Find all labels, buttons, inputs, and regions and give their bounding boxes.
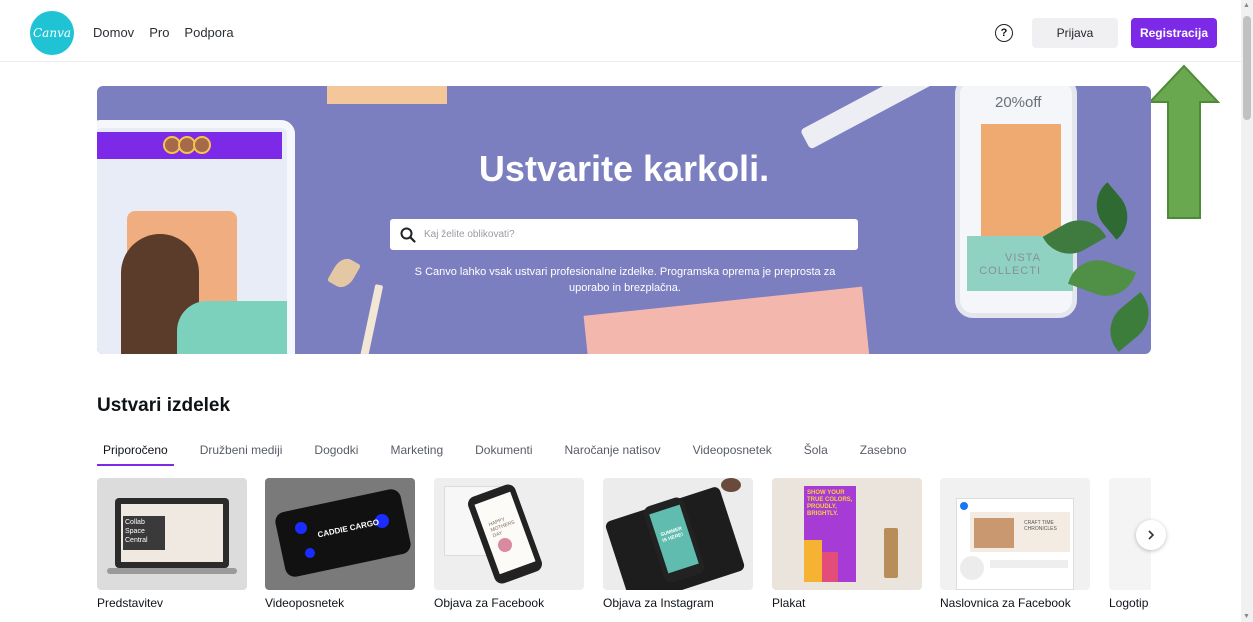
decor-teal-shape	[177, 301, 287, 354]
tab-recommended[interactable]: Priporočeno	[97, 442, 174, 466]
card-label[interactable]: Plakat	[772, 596, 922, 610]
card-label[interactable]: Logotip	[1109, 596, 1151, 610]
tab-events[interactable]: Dogodki	[308, 442, 364, 466]
help-icon[interactable]: ?	[995, 24, 1013, 42]
design-search-box[interactable]	[390, 219, 858, 250]
card-thumbnail[interactable]: SUMMER IS HERE!	[603, 478, 753, 590]
tab-social-media[interactable]: Družbeni mediji	[194, 442, 289, 466]
card-video[interactable]: CADDIE CARGO Videoposnetek	[265, 478, 415, 610]
decor-pencil	[358, 284, 384, 354]
hero-subtitle: S Canvo lahko vsak ustvari profesionalne…	[414, 266, 836, 294]
card-label[interactable]: Naslovnica za Facebook	[940, 596, 1090, 610]
card-thumbnail[interactable]: Collab Space Central	[97, 478, 247, 590]
card-label[interactable]: Objava za Instagram	[603, 596, 753, 610]
carousel-next-button[interactable]	[1136, 520, 1166, 550]
card-label[interactable]: Videoposnetek	[265, 596, 415, 610]
scroll-up-icon[interactable]: ▲	[1243, 2, 1250, 9]
card-poster[interactable]: SHOW YOUR TRUE COLORS, PROUDLY, BRIGHTLY…	[772, 478, 922, 610]
decor-vista-text: VISTA COLLECTI	[979, 252, 1041, 277]
card-thumb-text: SHOW YOUR TRUE COLORS, PROUDLY, BRIGHTLY…	[807, 490, 853, 517]
hero-banner: 20%off VISTA COLLECTI Ustvarite karkoli.…	[97, 86, 1151, 354]
register-button[interactable]: Registracija	[1131, 18, 1217, 48]
card-thumb-text: CRAFT TIME CHRONICLES	[1024, 520, 1057, 532]
scroll-down-icon[interactable]: ▼	[1243, 613, 1250, 620]
tab-video[interactable]: Videoposnetek	[687, 442, 778, 466]
section-title: Ustvari izdelek	[97, 395, 231, 416]
tab-documents[interactable]: Dokumenti	[469, 442, 538, 466]
tab-personal[interactable]: Zasebno	[854, 442, 913, 466]
up-arrow-annotation	[1148, 64, 1220, 219]
decor-pencil-shaving	[326, 254, 362, 292]
card-thumbnail[interactable]: CRAFT TIME CHRONICLES	[940, 478, 1090, 590]
login-button[interactable]: Prijava	[1032, 18, 1118, 48]
decor-pen	[800, 86, 934, 150]
card-thumbnail[interactable]: SHOW YOUR TRUE COLORS, PROUDLY, BRIGHTLY…	[772, 478, 922, 590]
card-label[interactable]: Predstavitev	[97, 596, 247, 610]
template-carousel: Collab Space Central Predstavitev CADDIE…	[97, 478, 1151, 618]
card-facebook-cover[interactable]: CRAFT TIME CHRONICLES Naslovnica za Face…	[940, 478, 1090, 610]
decor-leaf	[1098, 292, 1151, 352]
card-instagram-post[interactable]: SUMMER IS HERE! Objava za Instagram	[603, 478, 753, 610]
main-nav: Domov Pro Podpora	[93, 25, 234, 40]
card-thumb-text: Collab Space Central	[123, 516, 165, 550]
canva-logo[interactable]: Canva	[30, 11, 74, 55]
card-presentation[interactable]: Collab Space Central Predstavitev	[97, 478, 247, 610]
nav-pro[interactable]: Pro	[149, 25, 169, 40]
hero-title: Ustvarite karkoli.	[478, 148, 770, 189]
card-facebook-post[interactable]: HAPPY MOTHERS DAY Objava za Facebook	[434, 478, 584, 610]
nav-support[interactable]: Podpora	[184, 25, 233, 40]
tab-marketing[interactable]: Marketing	[384, 442, 449, 466]
top-header: Canva Domov Pro Podpora ? Prijava Regist…	[0, 0, 1241, 62]
card-thumbnail[interactable]: CADDIE CARGO	[265, 478, 415, 590]
tab-print-orders[interactable]: Naročanje natisov	[559, 442, 667, 466]
search-icon	[400, 227, 416, 243]
search-input[interactable]	[424, 229, 844, 240]
decor-offer-text: 20%off	[995, 94, 1042, 111]
decor-card	[327, 86, 447, 104]
scroll-thumb[interactable]	[1243, 16, 1251, 120]
chevron-right-icon	[1148, 530, 1155, 540]
nav-home[interactable]: Domov	[93, 25, 134, 40]
card-thumbnail[interactable]: HAPPY MOTHERS DAY	[434, 478, 584, 590]
page-scrollbar[interactable]: ▲ ▼	[1241, 0, 1253, 622]
decor-leaf	[1067, 251, 1137, 305]
decor-pink-card	[583, 286, 871, 354]
card-label[interactable]: Objava za Facebook	[434, 596, 584, 610]
tab-school[interactable]: Šola	[798, 442, 834, 466]
category-tabs: Priporočeno Družbeni mediji Dogodki Mark…	[97, 442, 932, 466]
